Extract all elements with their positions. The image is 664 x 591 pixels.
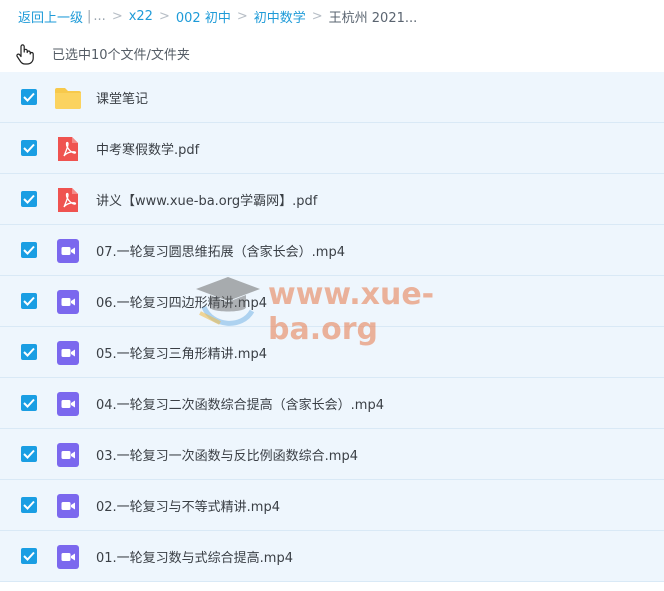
list-item[interactable]: 04.一轮复习二次函数综合提高（含家长会）.mp4 [0,378,664,429]
checkbox-checked[interactable] [21,446,37,462]
file-name[interactable]: 07.一轮复习圆思维拓展（含家长会）.mp4 [96,241,345,260]
list-item[interactable]: 05.一轮复习三角形精讲.mp4 [0,327,664,378]
checkbox-checked[interactable] [21,191,37,207]
list-item[interactable]: 讲义【www.xue-ba.org学霸网】.pdf [0,174,664,225]
checkbox-checked[interactable] [21,344,37,360]
file-name[interactable]: 课堂笔记 [96,88,148,107]
video-file-icon [57,392,79,416]
list-item[interactable]: 03.一轮复习一次函数与反比例函数综合.mp4 [0,429,664,480]
back-link[interactable]: 返回上一级 [18,7,83,26]
list-item[interactable]: 02.一轮复习与不等式精讲.mp4 [0,480,664,531]
breadcrumb: 返回上一级 | ... > x22 > 002 初中 > 初中数学 > 王杭州 … [18,6,417,26]
breadcrumb-item-002[interactable]: 002 初中 [176,7,231,26]
chevron-right-icon: > [236,8,248,24]
file-name[interactable]: 讲义【www.xue-ba.org学霸网】.pdf [96,190,317,209]
video-file-icon [57,443,79,467]
list-item[interactable]: 01.一轮复习数与式综合提高.mp4 [0,531,664,582]
file-name[interactable]: 中考寒假数学.pdf [96,139,199,158]
video-file-icon [57,290,79,314]
video-file-icon [57,494,79,518]
video-file-icon [57,341,79,365]
file-name[interactable]: 03.一轮复习一次函数与反比例函数综合.mp4 [96,445,358,464]
file-list: 课堂笔记 中考寒假数学.pdf 讲义【www.xue-ba.org学霸网】.pd… [0,72,664,582]
checkbox-checked[interactable] [21,548,37,564]
checkbox-checked[interactable] [21,89,37,105]
checkbox-checked[interactable] [21,395,37,411]
checkbox-checked[interactable] [21,140,37,156]
selection-count-text: 已选中10个文件/文件夹 [52,48,190,63]
list-item[interactable]: 07.一轮复习圆思维拓展（含家长会）.mp4 [0,225,664,276]
pdf-file-icon [58,188,78,212]
chevron-right-icon: > [311,8,323,24]
breadcrumb-ellipsis[interactable]: ... [93,9,105,24]
file-name[interactable]: 04.一轮复习二次函数综合提高（含家长会）.mp4 [96,394,384,413]
list-item[interactable]: 06.一轮复习四边形精讲.mp4 [0,276,664,327]
hand-pointer-icon [16,44,34,65]
list-item[interactable]: 课堂笔记 [0,72,664,123]
breadcrumb-current: 王杭州 2021... [328,10,418,26]
video-file-icon [57,545,79,569]
chevron-right-icon: > [158,8,170,24]
pdf-file-icon [58,137,78,161]
checkbox-checked[interactable] [21,293,37,309]
video-file-icon [57,239,79,263]
file-name[interactable]: 02.一轮复习与不等式精讲.mp4 [96,496,280,515]
checkbox-checked[interactable] [21,497,37,513]
breadcrumb-item-math[interactable]: 初中数学 [254,7,306,26]
file-name[interactable]: 05.一轮复习三角形精讲.mp4 [96,343,267,362]
chevron-right-icon: > [111,8,123,24]
breadcrumb-item-x22[interactable]: x22 [129,9,153,24]
checkbox-checked[interactable] [21,242,37,258]
breadcrumb-divider: | [87,8,92,24]
file-name[interactable]: 01.一轮复习数与式综合提高.mp4 [96,547,293,566]
list-item[interactable]: 中考寒假数学.pdf [0,123,664,174]
selection-bar: 已选中10个文件/文件夹 [0,36,664,68]
file-name[interactable]: 06.一轮复习四边形精讲.mp4 [96,292,267,311]
folder-icon [55,88,81,109]
